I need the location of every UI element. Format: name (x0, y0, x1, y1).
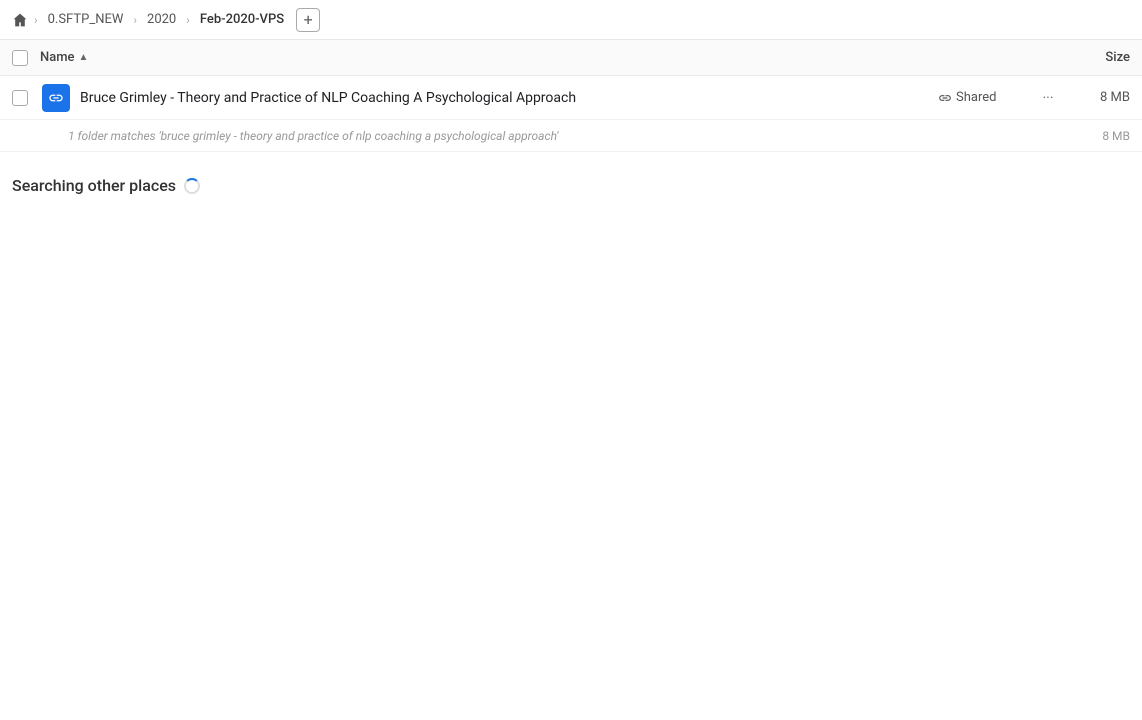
match-size: 8 MB (1070, 129, 1130, 143)
file-checkbox-wrapper[interactable] (12, 90, 40, 106)
column-header: Name ▲ Size (0, 40, 1142, 76)
sort-icon: ▲ (79, 52, 89, 63)
shared-link-icon (938, 91, 952, 105)
select-all-checkbox-wrapper[interactable] (12, 50, 40, 66)
breadcrumb-separator-3: › (186, 13, 190, 27)
breadcrumb-item-feb[interactable]: Feb-2020-VPS (196, 10, 288, 29)
breadcrumb-item-sftp[interactable]: 0.SFTP_NEW (44, 10, 128, 29)
breadcrumb-home[interactable] (12, 12, 28, 28)
file-more-button[interactable]: ··· (1034, 84, 1062, 112)
file-shared-badge: Shared (938, 90, 1018, 105)
more-icon: ··· (1043, 90, 1054, 106)
breadcrumb-separator-1: › (34, 13, 38, 27)
breadcrumb-item-2020[interactable]: 2020 (143, 10, 180, 29)
searching-spinner (184, 178, 200, 194)
column-name-header[interactable]: Name ▲ (40, 50, 1050, 65)
breadcrumb-bar: › 0.SFTP_NEW › 2020 › Feb-2020-VPS + (0, 0, 1142, 40)
file-checkbox[interactable] (12, 90, 28, 106)
searching-label: Searching other places (12, 176, 176, 195)
breadcrumb-separator-2: › (133, 13, 137, 27)
column-name-label: Name (40, 50, 75, 65)
searching-section: Searching other places (0, 152, 1142, 207)
file-size: 8 MB (1070, 90, 1130, 105)
shared-label: Shared (956, 90, 996, 105)
file-icon-wrapper (40, 84, 72, 112)
file-row[interactable]: Bruce Grimley - Theory and Practice of N… (0, 76, 1142, 120)
match-row: 1 folder matches 'bruce grimley - theory… (0, 120, 1142, 152)
file-name: Bruce Grimley - Theory and Practice of N… (80, 90, 938, 106)
file-icon (42, 84, 70, 112)
select-all-checkbox[interactable] (12, 50, 28, 66)
column-size-header[interactable]: Size (1050, 50, 1130, 65)
match-text: 1 folder matches 'bruce grimley - theory… (68, 129, 1070, 143)
breadcrumb-add-button[interactable]: + (296, 8, 320, 32)
